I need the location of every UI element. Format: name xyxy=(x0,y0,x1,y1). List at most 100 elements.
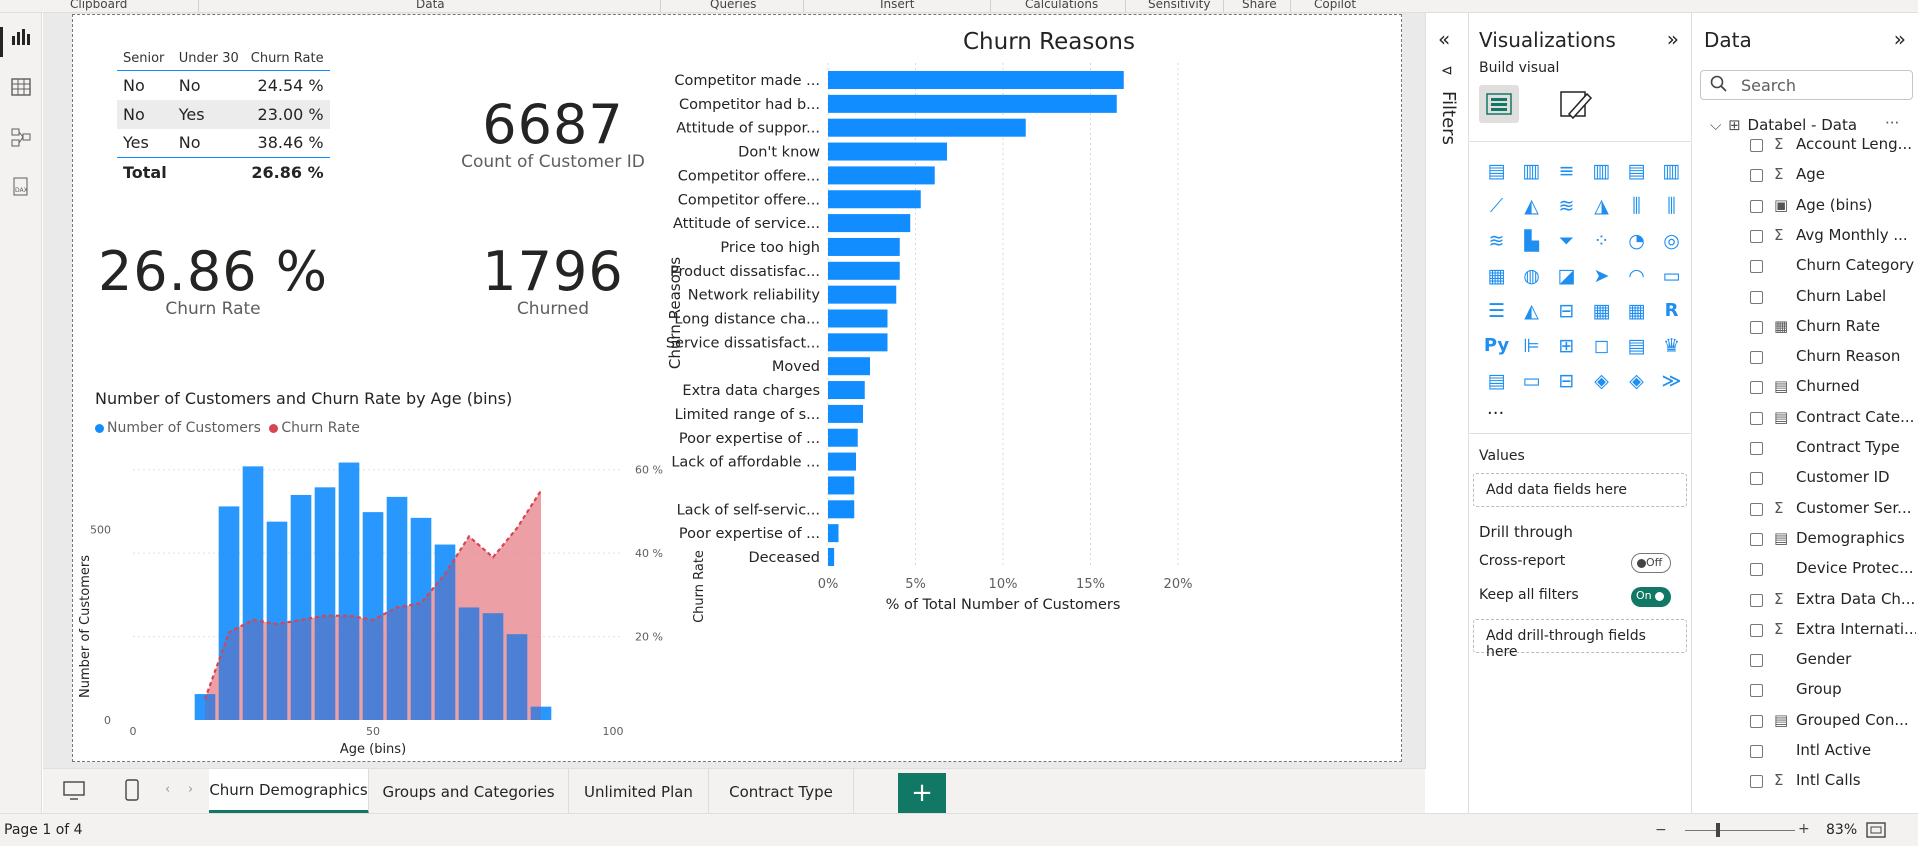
field-checkbox[interactable] xyxy=(1750,320,1763,334)
field-item[interactable]: ▣ Age (bins) xyxy=(1692,194,1918,220)
gauge-icon[interactable]: ◠ xyxy=(1619,258,1654,293)
matrix-header-senior[interactable]: Senior xyxy=(117,51,173,71)
desktop-layout-icon[interactable] xyxy=(63,781,85,805)
azure-map-icon[interactable]: ➤ xyxy=(1584,258,1619,293)
stacked-area-icon[interactable]: ≋ xyxy=(1549,188,1584,223)
field-checkbox[interactable] xyxy=(1750,442,1763,455)
table-icon[interactable]: ▦ xyxy=(1584,293,1619,328)
churn-matrix[interactable]: Senior Under 30 Churn Rate No No 24.54 %… xyxy=(117,51,330,187)
field-item[interactable]: ▤ Contract Cate... xyxy=(1692,406,1918,432)
funnel-icon[interactable]: ⏷ xyxy=(1549,223,1584,258)
field-item[interactable]: Intl Active xyxy=(1692,739,1918,765)
100-area-icon[interactable]: ◮ xyxy=(1584,188,1619,223)
ribbon-icon[interactable]: ≋ xyxy=(1479,223,1514,258)
field-checkbox[interactable] xyxy=(1750,351,1763,365)
field-checkbox[interactable] xyxy=(1750,472,1763,486)
multirow-card-icon[interactable]: ☰ xyxy=(1479,293,1514,328)
slicer-icon[interactable]: ⊟ xyxy=(1549,293,1584,328)
tab-groups-categories[interactable]: Groups and Categories xyxy=(369,769,569,814)
line-column-icon[interactable]: ⫼ xyxy=(1619,188,1654,223)
field-checkbox[interactable] xyxy=(1750,139,1763,152)
field-checkbox[interactable] xyxy=(1750,381,1763,395)
field-item[interactable]: Σ Avg Monthly ... xyxy=(1692,224,1918,250)
field-checkbox[interactable] xyxy=(1750,563,1763,577)
kpi-icon[interactable]: ◭ xyxy=(1514,293,1549,328)
field-item[interactable]: Group xyxy=(1692,678,1918,704)
field-item[interactable]: Σ Account Leng... xyxy=(1692,133,1918,159)
prev-page-icon[interactable]: ‹ xyxy=(165,782,170,797)
matrix-icon[interactable]: ▦ xyxy=(1619,293,1654,328)
field-checkbox[interactable] xyxy=(1750,745,1763,758)
values-well[interactable]: Add data fields here xyxy=(1473,473,1687,507)
fit-page-icon[interactable] xyxy=(1866,821,1886,843)
line-icon[interactable]: ⟋ xyxy=(1479,188,1514,223)
donut-icon[interactable]: ◎ xyxy=(1654,223,1689,258)
collapse-filters-icon[interactable]: « xyxy=(1438,27,1450,51)
report-view-icon[interactable] xyxy=(9,25,33,49)
field-checkbox[interactable] xyxy=(1750,169,1763,183)
drill-through-well[interactable]: Add drill-through fields here xyxy=(1473,619,1687,660)
clustered-column-icon[interactable]: ▥ xyxy=(1584,153,1619,188)
key-influencers-icon[interactable]: ⊫ xyxy=(1514,328,1549,363)
expand-data-icon[interactable]: » xyxy=(1894,27,1906,51)
field-checkbox[interactable] xyxy=(1750,623,1763,637)
zoom-slider-thumb[interactable] xyxy=(1716,823,1720,837)
field-item[interactable]: ▤ Demographics xyxy=(1692,527,1918,553)
table-view-icon[interactable] xyxy=(9,75,33,99)
scatter-icon[interactable]: ⁘ xyxy=(1584,223,1619,258)
100-bar-icon[interactable]: ▤ xyxy=(1619,153,1654,188)
100-column-icon[interactable]: ▥ xyxy=(1654,153,1689,188)
format-visual-tab[interactable] xyxy=(1559,88,1593,124)
combo-chart[interactable]: 20 % 40 % 60 % 0 500 0 50 100 Age (bins) Number o… xyxy=(73,445,713,757)
map-icon[interactable]: ◍ xyxy=(1514,258,1549,293)
field-item[interactable]: Gender xyxy=(1692,648,1918,674)
field-item[interactable]: ▤ Churned xyxy=(1692,375,1918,401)
qa-icon[interactable]: ◻ xyxy=(1584,328,1619,363)
field-item[interactable]: Device Protec... xyxy=(1692,557,1918,583)
next-page-icon[interactable]: › xyxy=(188,782,193,797)
stacked-bar-icon[interactable]: ▤ xyxy=(1479,153,1514,188)
churn-reasons-chart[interactable]: 0% 5% 10% 15% 20% Competitor made ... Competit… xyxy=(666,63,1433,753)
field-checkbox[interactable] xyxy=(1750,290,1763,304)
field-checkbox[interactable] xyxy=(1750,775,1763,789)
field-item[interactable]: Contract Type xyxy=(1692,436,1918,462)
field-item[interactable]: Churn Category xyxy=(1692,254,1918,280)
pie-icon[interactable]: ◔ xyxy=(1619,223,1654,258)
field-item[interactable]: ▦ Churn Rate xyxy=(1692,315,1918,341)
table-expander[interactable]: ⌵ ⊞ Databel - Data ··· xyxy=(1710,114,1899,134)
keep-filters-toggle[interactable]: On xyxy=(1631,587,1671,607)
zoom-slider[interactable] xyxy=(1685,830,1795,831)
tab-churn-demographics[interactable]: Churn Demographics xyxy=(209,769,369,814)
narrative-icon[interactable]: ▤ xyxy=(1619,328,1654,363)
more-visuals-icon[interactable]: ≫ xyxy=(1654,363,1689,398)
field-item[interactable]: Σ Customer Ser... xyxy=(1692,497,1918,523)
card-icon[interactable]: ▭ xyxy=(1654,258,1689,293)
card-new-icon[interactable]: ▭ xyxy=(1514,363,1549,398)
table-more-icon[interactable]: ··· xyxy=(1885,114,1899,132)
treemap-icon[interactable]: ▦ xyxy=(1479,258,1514,293)
field-item[interactable]: Σ Age xyxy=(1692,163,1918,189)
line-clustered-icon[interactable]: ⫼ xyxy=(1654,188,1689,223)
field-checkbox[interactable] xyxy=(1750,229,1763,243)
matrix-header-churn-rate[interactable]: Churn Rate xyxy=(245,51,330,71)
field-checkbox[interactable] xyxy=(1750,260,1763,274)
field-item[interactable]: Customer ID xyxy=(1692,466,1918,492)
dax-query-icon[interactable]: DAX xyxy=(9,175,33,199)
power-apps-icon[interactable]: ◈ xyxy=(1584,363,1619,398)
field-item[interactable]: Σ Intl Calls xyxy=(1692,769,1918,795)
tab-contract-type[interactable]: Contract Type xyxy=(709,769,854,814)
field-checkbox[interactable] xyxy=(1750,199,1763,213)
field-checkbox[interactable] xyxy=(1750,684,1763,698)
tab-unlimited-plan[interactable]: Unlimited Plan xyxy=(569,769,709,814)
r-visual-icon[interactable]: R xyxy=(1654,293,1689,328)
mobile-layout-icon[interactable] xyxy=(125,779,139,805)
matrix-header-under30[interactable]: Under 30 xyxy=(173,51,245,71)
paginated-icon[interactable]: ▤ xyxy=(1479,363,1514,398)
churn-rate-card[interactable]: 26.86 % Churn Rate xyxy=(93,240,333,319)
field-checkbox[interactable] xyxy=(1750,502,1763,516)
cross-report-toggle[interactable]: Off xyxy=(1631,553,1671,573)
power-automate-icon[interactable]: ◈ xyxy=(1619,363,1654,398)
more-visuals-icon[interactable]: ··· xyxy=(1487,403,1504,424)
waterfall-icon[interactable]: ▙ xyxy=(1514,223,1549,258)
expand-viz-icon[interactable]: » xyxy=(1667,27,1679,51)
